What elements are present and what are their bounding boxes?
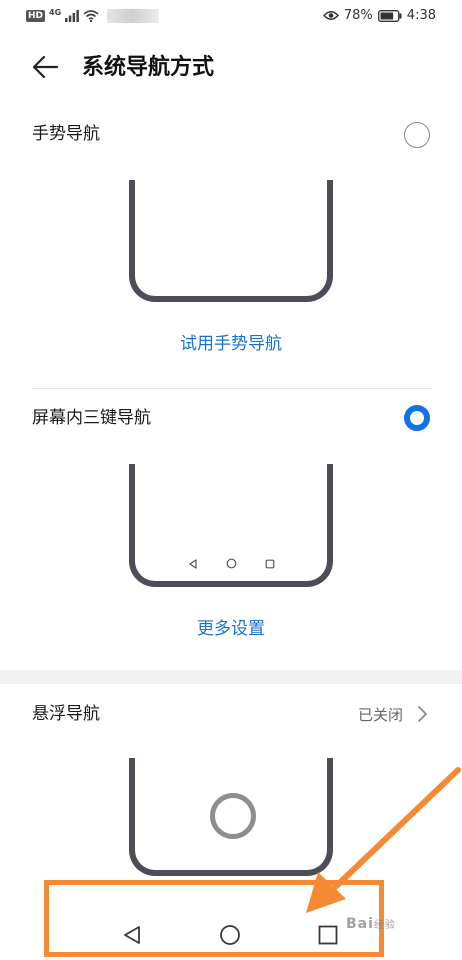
gesture-nav-radio[interactable] [404,122,430,148]
floating-nav-label[interactable]: 悬浮导航 [32,702,100,726]
watermark-sub: 经验 [373,920,396,931]
network-type: 4G [49,7,62,17]
status-right: 78% 4:38 [322,8,436,23]
mini-recent-icon [265,559,274,568]
battery-icon [377,9,402,22]
more-settings-link[interactable]: 更多设置 [0,617,462,641]
status-left: HD 4G [26,7,160,23]
floating-nav-status[interactable]: 已关闭 [358,705,403,725]
eye-icon [322,11,339,20]
clock: 4:38 [406,8,436,23]
battery-percent: 78% [343,8,373,23]
baidu-watermark: Bai经验 [346,916,396,932]
three-key-phone-illustration [129,464,333,587]
gesture-phone-illustration [129,180,333,302]
mini-home-icon [226,558,236,569]
try-gesture-link[interactable]: 试用手势导航 [0,332,462,356]
chevron-right-icon[interactable] [414,704,430,724]
mini-back-icon [188,558,197,569]
gesture-nav-label[interactable]: 手势导航 [32,122,100,146]
signal-icon [65,10,80,22]
hd-badge: HD [26,10,46,22]
status-bar: HD 4G 78% 4:38 [0,0,462,34]
watermark-text: Bai [346,916,374,932]
blurred-carrier [107,9,160,23]
mini-nav-bar [135,558,327,569]
screen: HD 4G 78% 4:38 系统导航方式 手势导航 试用手势导航 屏幕内三键导… [0,0,462,960]
annotation-highlight-box [44,880,384,957]
three-key-nav-label[interactable]: 屏幕内三键导航 [32,406,151,430]
wifi-icon [83,10,99,22]
arrow-left-icon[interactable] [30,52,60,82]
floating-button-circle [210,793,256,839]
page-title: 系统导航方式 [82,55,215,80]
divider [32,388,432,389]
three-key-nav-radio[interactable] [404,405,430,431]
